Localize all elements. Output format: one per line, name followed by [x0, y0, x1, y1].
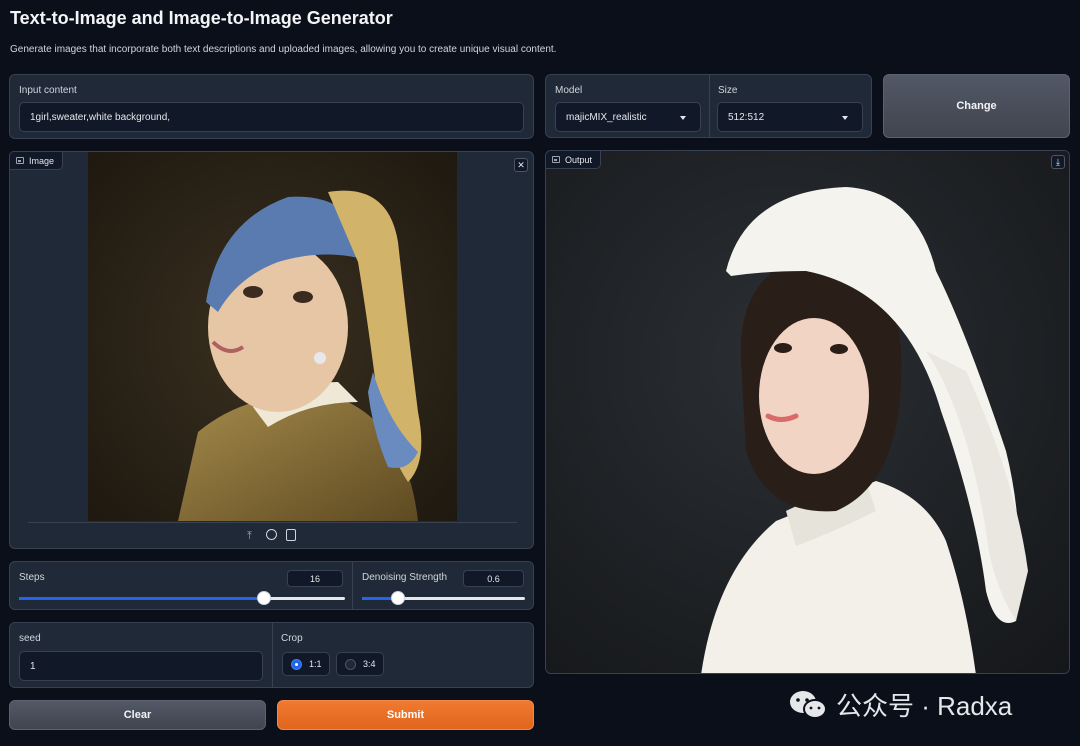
- denoise-label: Denoising Strength: [362, 572, 448, 583]
- input-content-field[interactable]: 1girl,sweater,white background,: [19, 102, 524, 132]
- steps-slider-thumb[interactable]: [256, 591, 271, 605]
- chevron-down-icon: [842, 116, 848, 120]
- input-content-label: Input content: [19, 85, 77, 96]
- steps-label: Steps: [19, 572, 45, 583]
- crop-option-3-4[interactable]: 3:4: [336, 652, 384, 676]
- radio-icon: [291, 658, 302, 670]
- size-value: 512:512: [728, 111, 765, 123]
- watermark-text: 公众号 · Radxa: [836, 691, 1013, 721]
- change-button[interactable]: Change: [883, 74, 1070, 138]
- model-label: Model: [555, 85, 583, 96]
- clear-button[interactable]: Clear: [9, 700, 266, 730]
- sliders-block: Steps 16 Denoising Strength 0.6: [9, 561, 534, 610]
- page-subtitle: Generate images that incorporate both te…: [10, 44, 557, 55]
- denoise-number-input[interactable]: 0.6: [463, 570, 524, 587]
- seed-input[interactable]: 1: [19, 651, 263, 681]
- input-image: [88, 152, 457, 521]
- watermark: 公众号 · Radxa: [788, 686, 1012, 723]
- crop-option-label: 3:4: [363, 659, 376, 669]
- divider: [709, 75, 710, 137]
- steps-number-input[interactable]: 16: [287, 570, 343, 587]
- model-dropdown[interactable]: majicMIX_realistic: [555, 102, 701, 132]
- output-panel-label: Output: [565, 154, 593, 165]
- steps-slider-fill: [19, 597, 264, 600]
- seed-crop-block: seed 1 Crop 1:1 3:4: [9, 622, 534, 688]
- page-title: Text-to-Image and Image-to-Image Generat…: [10, 8, 393, 28]
- chevron-down-icon: [680, 116, 686, 120]
- clipboard-icon[interactable]: [286, 529, 296, 541]
- wechat-icon: [790, 690, 827, 719]
- image-icon: [552, 156, 560, 163]
- model-value: majicMIX_realistic: [566, 111, 647, 123]
- webcam-icon[interactable]: [266, 529, 277, 540]
- denoise-slider-track[interactable]: [362, 591, 525, 605]
- steps-slider-track[interactable]: [19, 591, 345, 605]
- divider: [272, 623, 273, 687]
- seed-label: seed: [19, 633, 41, 644]
- divider: [28, 522, 517, 523]
- output-panel: Output ⤓: [545, 150, 1070, 674]
- image-panel-label: Image: [29, 155, 55, 166]
- close-icon[interactable]: ✕: [514, 158, 528, 172]
- output-panel-tag: Output: [546, 151, 602, 169]
- crop-option-label: 1:1: [309, 659, 322, 669]
- image-icon: [16, 157, 24, 164]
- model-size-block: Model majicMIX_realistic Size 512:512: [545, 74, 872, 138]
- input-content-block: Input content 1girl,sweater,white backgr…: [9, 74, 534, 139]
- output-image: [546, 151, 1069, 673]
- crop-option-1-1[interactable]: 1:1: [282, 652, 330, 676]
- girl-with-pearl-earring-painting: [88, 152, 457, 521]
- upload-icon[interactable]: ⤒: [247, 530, 252, 543]
- size-label: Size: [718, 85, 738, 96]
- denoise-slider-thumb[interactable]: [390, 591, 405, 605]
- crop-label: Crop: [281, 633, 303, 644]
- radio-icon: [345, 658, 356, 670]
- submit-button[interactable]: Submit: [277, 700, 534, 730]
- download-icon[interactable]: ⤓: [1051, 155, 1065, 169]
- image-panel: Image ✕ ⤒: [9, 151, 534, 549]
- image-panel-tag: Image: [9, 151, 64, 170]
- size-dropdown[interactable]: 512:512: [717, 102, 863, 132]
- divider: [352, 562, 353, 609]
